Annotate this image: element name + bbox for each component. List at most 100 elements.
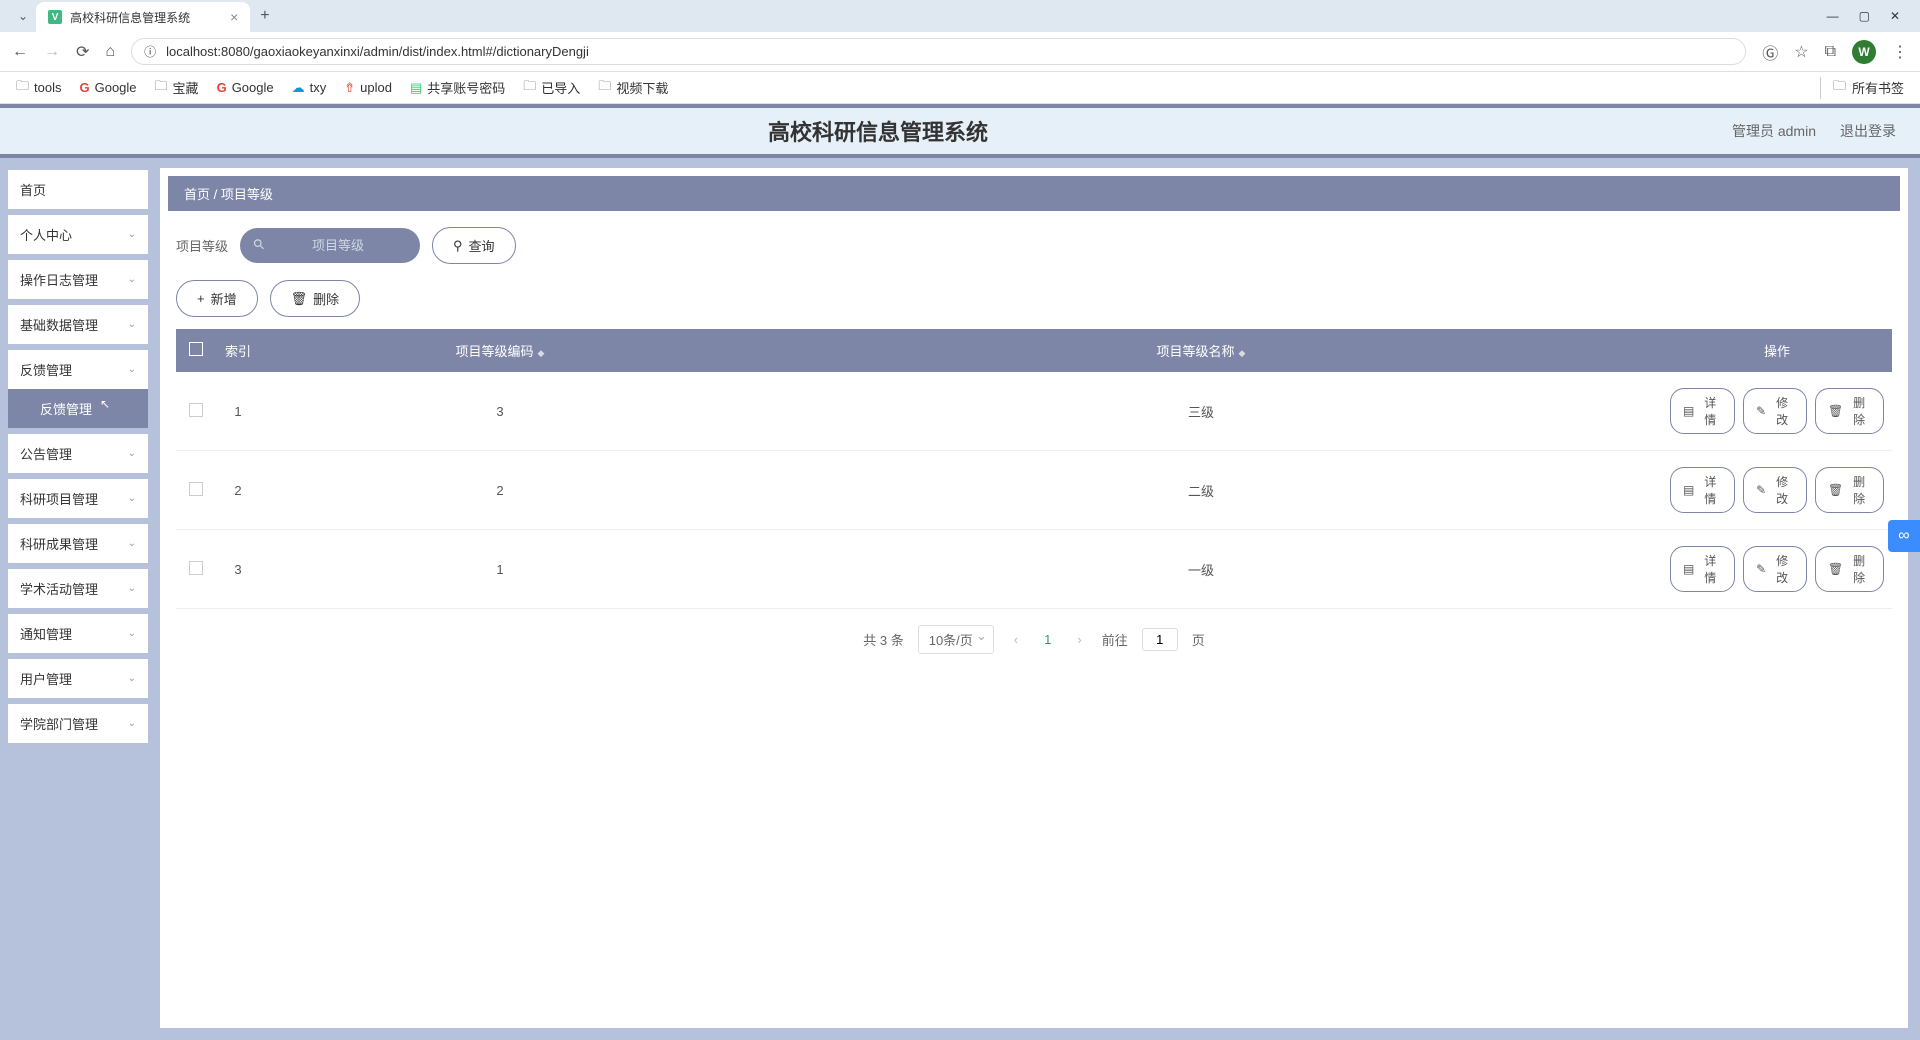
chevron-down-icon: ⌄ [128, 364, 136, 375]
detail-icon: ▤ [1683, 404, 1694, 418]
bookmark-video[interactable]: 视频下载 [598, 77, 668, 99]
edit-button[interactable]: ✎修改 [1743, 467, 1807, 513]
floating-share-button[interactable]: ∞ [1888, 520, 1920, 552]
cell-name: 一级 [740, 530, 1662, 609]
tab-bar: ⌄ V 高校科研信息管理系统 × + — ▢ ✕ [0, 0, 1920, 32]
bookmark-google[interactable]: GGoogle [79, 80, 136, 95]
maximize-button[interactable]: ▢ [1859, 9, 1870, 23]
page-size-select[interactable]: 10条/页 [918, 625, 994, 654]
row-checkbox[interactable] [189, 482, 203, 496]
home-button[interactable]: ⌂ [105, 43, 115, 61]
chevron-down-icon: ⌄ [128, 718, 136, 729]
detail-button[interactable]: ▤详情 [1670, 388, 1735, 434]
col-code[interactable]: 项目等级编码◆ [260, 329, 740, 372]
breadcrumb-home[interactable]: 首页 [184, 187, 210, 202]
row-delete-button[interactable]: 🗑删除 [1815, 467, 1884, 513]
bookmark-imported[interactable]: 已导入 [523, 77, 580, 99]
app-title: 高校科研信息管理系统 [24, 115, 1732, 147]
bookmark-txy[interactable]: ☁txy [292, 80, 327, 96]
data-table: 索引 项目等级编码◆ 项目等级名称◆ 操作 13三级▤详情✎修改🗑删除22二级▤… [176, 329, 1892, 609]
sidebar-item-project[interactable]: 科研项目管理⌄ [8, 479, 148, 518]
edit-button[interactable]: ✎修改 [1743, 388, 1807, 434]
trash-icon: 🗑 [1828, 404, 1843, 418]
goto-label: 前往 [1102, 630, 1128, 649]
minimize-button[interactable]: — [1827, 9, 1839, 23]
sidebar-item-home[interactable]: 首页 [8, 170, 148, 209]
chevron-down-icon: ⌄ [128, 229, 136, 240]
chevron-down-icon: ⌄ [128, 583, 136, 594]
tab-title: 高校科研信息管理系统 [70, 9, 190, 26]
sidebar-item-profile[interactable]: 个人中心⌄ [8, 215, 148, 254]
select-all-checkbox[interactable] [189, 342, 203, 356]
chevron-down-icon: ⌄ [128, 673, 136, 684]
address-bar[interactable]: ⓘ localhost:8080/gaoxiaokeyanxinxi/admin… [131, 38, 1746, 65]
detail-button[interactable]: ▤详情 [1670, 546, 1735, 592]
edit-icon: ✎ [1756, 404, 1766, 418]
back-button[interactable]: ← [12, 43, 28, 61]
translate-icon[interactable]: Ⓖ [1762, 40, 1778, 64]
table-row: 22二级▤详情✎修改🗑删除 [176, 451, 1892, 530]
sidebar-item-academic[interactable]: 学术活动管理⌄ [8, 569, 148, 608]
logout-link[interactable]: 退出登录 [1840, 121, 1896, 141]
bookmark-google2[interactable]: GGoogle [217, 80, 274, 95]
chevron-down-icon: ⌄ [128, 628, 136, 639]
page-number[interactable]: 1 [1038, 632, 1057, 647]
window-controls: — ▢ ✕ [1827, 9, 1920, 23]
reload-button[interactable]: ⟳ [76, 42, 89, 62]
browser-tab[interactable]: V 高校科研信息管理系统 × [36, 2, 250, 32]
row-delete-button[interactable]: 🗑删除 [1815, 388, 1884, 434]
plus-icon: + [197, 291, 205, 306]
sidebar-item-oplog[interactable]: 操作日志管理⌄ [8, 260, 148, 299]
menu-icon[interactable]: ⋮ [1892, 42, 1908, 62]
user-label: 管理员 admin [1732, 121, 1816, 141]
cell-index: 1 [216, 372, 260, 451]
tab-list-dropdown[interactable]: ⌄ [10, 9, 36, 23]
sidebar-item-feedback[interactable]: 反馈管理⌄ [8, 350, 148, 389]
search-button[interactable]: ⚲查询 [432, 227, 516, 264]
prev-page[interactable]: ‹ [1008, 632, 1024, 647]
sidebar-subitem-feedback[interactable]: 反馈管理↖ [8, 389, 148, 428]
goto-input[interactable] [1142, 628, 1178, 651]
col-checkbox [176, 329, 216, 372]
row-checkbox[interactable] [189, 561, 203, 575]
table-row: 31一级▤详情✎修改🗑删除 [176, 530, 1892, 609]
favicon: V [48, 10, 62, 24]
bookmark-tools[interactable]: tools [16, 77, 61, 99]
sidebar-item-basedata[interactable]: 基础数据管理⌄ [8, 305, 148, 344]
new-tab-button[interactable]: + [260, 7, 269, 25]
cell-name: 二级 [740, 451, 1662, 530]
search-label: 项目等级 [176, 236, 228, 255]
close-tab-icon[interactable]: × [230, 9, 238, 25]
cell-code: 1 [260, 530, 740, 609]
bookmark-shared[interactable]: ▤共享账号密码 [410, 78, 505, 97]
sidebar: 首页 个人中心⌄ 操作日志管理⌄ 基础数据管理⌄ 反馈管理⌄ 反馈管理↖ 公告管… [0, 158, 156, 1040]
edit-button[interactable]: ✎修改 [1743, 546, 1807, 592]
extensions-icon[interactable]: ⧉ [1825, 43, 1836, 61]
row-delete-button[interactable]: 🗑删除 [1815, 546, 1884, 592]
row-checkbox[interactable] [189, 403, 203, 417]
chevron-down-icon: ⌄ [128, 274, 136, 285]
site-info-icon[interactable]: ⓘ [144, 43, 156, 60]
next-page[interactable]: › [1071, 632, 1087, 647]
search-input[interactable] [240, 228, 420, 263]
detail-button[interactable]: ▤详情 [1670, 467, 1735, 513]
add-button[interactable]: +新增 [176, 280, 258, 317]
edit-icon: ✎ [1756, 483, 1766, 497]
close-window-button[interactable]: ✕ [1890, 9, 1900, 23]
sidebar-item-result[interactable]: 科研成果管理⌄ [8, 524, 148, 563]
bookmark-baozang[interactable]: 宝藏 [155, 77, 199, 99]
sidebar-item-college[interactable]: 学院部门管理⌄ [8, 704, 148, 743]
cursor-icon: ↖ [100, 397, 110, 411]
sidebar-item-notice[interactable]: 通知管理⌄ [8, 614, 148, 653]
bookmark-uplod[interactable]: ⇮uplod [344, 80, 392, 96]
sidebar-item-announce[interactable]: 公告管理⌄ [8, 434, 148, 473]
col-name[interactable]: 项目等级名称◆ [740, 329, 1662, 372]
search-toolbar: 项目等级 ⚲查询 [160, 227, 1908, 280]
forward-button[interactable]: → [44, 43, 60, 61]
bookmark-star-icon[interactable]: ☆ [1794, 42, 1808, 62]
sidebar-item-users[interactable]: 用户管理⌄ [8, 659, 148, 698]
app-body: 首页 个人中心⌄ 操作日志管理⌄ 基础数据管理⌄ 反馈管理⌄ 反馈管理↖ 公告管… [0, 158, 1920, 1040]
delete-button[interactable]: 🗑删除 [270, 280, 361, 317]
all-bookmarks[interactable]: 所有书签 [1820, 77, 1904, 99]
profile-avatar[interactable]: W [1852, 40, 1876, 64]
